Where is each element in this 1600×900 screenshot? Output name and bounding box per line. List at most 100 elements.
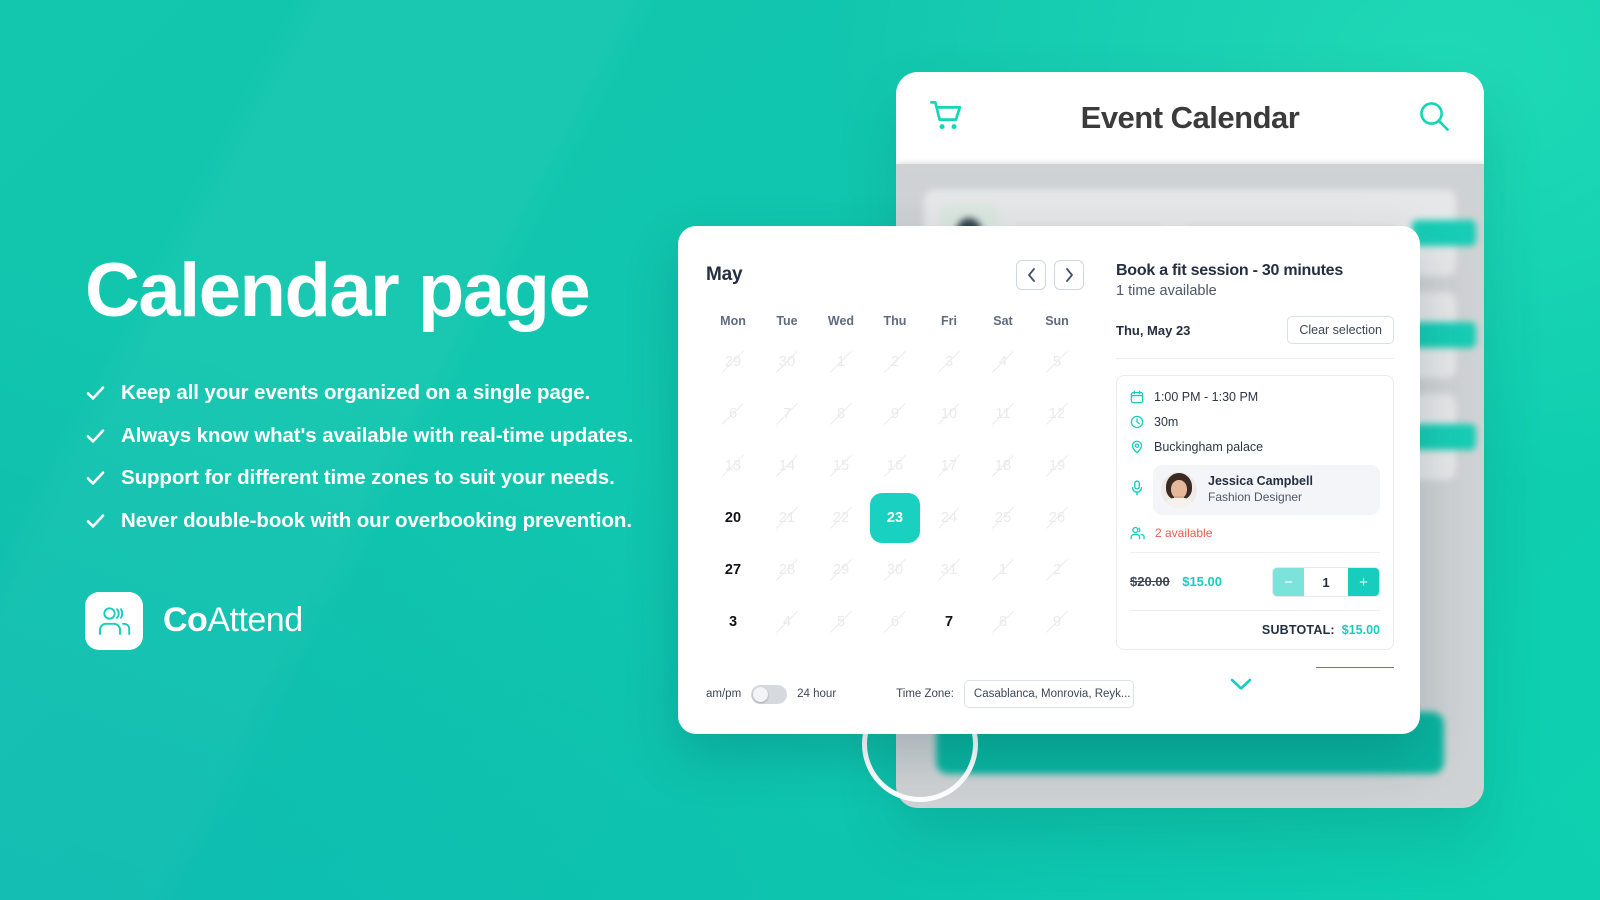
clear-selection-button[interactable]: Clear selection (1287, 316, 1394, 344)
calendar-day-number: 12 (1048, 406, 1066, 422)
calendar-day-20[interactable]: 20 (706, 492, 760, 544)
calendar-nav (1016, 260, 1084, 290)
calendar-day-1: 1 (814, 336, 868, 388)
calendar-day-1: 1 (976, 544, 1030, 596)
booking-title: Book a fit session - 30 minutes (1116, 262, 1343, 279)
feature-bullet: Never double-book with our overbooking p… (85, 508, 725, 534)
24hour-label: 24 hour (797, 688, 837, 700)
calendar-day-25: 25 (976, 492, 1030, 544)
clock-icon (1130, 415, 1144, 429)
subtotal-label: SUBTOTAL: (1261, 623, 1335, 637)
booking-date-row: Thu, May 23 Clear selection (1116, 316, 1394, 359)
calendar-day-number: 28 (778, 562, 796, 578)
feature-bullet-label: Keep all your events organized on a sing… (121, 381, 591, 405)
list-item-action-button (1412, 322, 1476, 348)
calendar-day-number: 23 (886, 510, 904, 526)
calendar-day-22: 22 (814, 492, 868, 544)
calendar-day-number: 1 (836, 354, 846, 370)
calendar-day-11: 11 (976, 388, 1030, 440)
calendar-header: May (706, 260, 1084, 290)
calendar-day-number: 31 (940, 562, 958, 578)
feature-bullet-label: Support for different time zones to suit… (121, 466, 615, 490)
calendar-day-23[interactable]: 23 (868, 492, 922, 544)
slot-duration-row: 30m (1130, 415, 1380, 429)
calendar-day-5: 5 (814, 596, 868, 648)
check-icon (85, 510, 105, 532)
calendar-day-number: 19 (1048, 458, 1066, 474)
calendar-day-number: 14 (778, 458, 796, 474)
feature-bullet-list: Keep all your events organized on a sing… (85, 380, 725, 534)
calendar-day-21: 21 (760, 492, 814, 544)
staff-info: Jessica Campbell Fashion Designer (1208, 474, 1313, 505)
timezone-label: Time Zone: (896, 688, 954, 700)
weekday-label: Thu (883, 314, 907, 328)
calendar-day-number: 30 (886, 562, 904, 578)
calendar-day-6: 6 (868, 596, 922, 648)
calendar-day-number: 11 (995, 406, 1011, 422)
calendar-day-number: 7 (944, 614, 954, 630)
shopping-cart-icon[interactable] (929, 100, 964, 137)
calendar-day-28: 28 (760, 544, 814, 596)
calendar-day-number: 21 (778, 510, 796, 526)
weekday-label: Sat (993, 314, 1013, 328)
feature-bullet: Support for different time zones to suit… (85, 465, 725, 491)
brand-name-light: Attend (207, 601, 303, 640)
calendar-day-3[interactable]: 3 (706, 596, 760, 648)
calendar-day-number: 30 (778, 354, 796, 370)
staff-chip[interactable]: Jessica Campbell Fashion Designer (1153, 465, 1380, 515)
calendar-day-17: 17 (922, 440, 976, 492)
microphone-icon (1130, 479, 1144, 501)
feature-bullet: Keep all your events organized on a sing… (85, 380, 725, 406)
check-icon (85, 467, 105, 489)
calendar-day-number: 5 (1052, 354, 1062, 370)
quantity-decrease-button[interactable]: − (1273, 568, 1304, 596)
quantity-value[interactable]: 1 (1304, 568, 1348, 596)
slot-staff-row: Jessica Campbell Fashion Designer (1130, 465, 1380, 515)
calendar-day-7: 7 (760, 388, 814, 440)
price-group: $20.00 $15.00 (1130, 573, 1222, 591)
people-icon (1130, 526, 1145, 540)
list-item-action-button (1412, 424, 1476, 450)
calendar-day-number: 9 (890, 406, 900, 422)
selected-date-label: Thu, May 23 (1116, 322, 1191, 338)
subtotal-row: SUBTOTAL: $15.00 (1130, 611, 1380, 637)
quantity-increase-button[interactable]: + (1348, 568, 1379, 596)
calendar-day-number: 4 (998, 354, 1008, 370)
calendar-day-27[interactable]: 27 (706, 544, 760, 596)
calendar-day-10: 10 (922, 388, 976, 440)
check-icon (85, 425, 105, 447)
calendar-day-6: 6 (706, 388, 760, 440)
calendar-day-number: 22 (832, 510, 850, 526)
brand-name: CoAttend (163, 601, 303, 640)
slot-price-row: $20.00 $15.00 − 1 + (1130, 553, 1380, 611)
people-icon (85, 591, 143, 650)
feature-bullet-label: Never double-book with our overbooking p… (121, 508, 632, 532)
time-format-toggle[interactable] (751, 684, 788, 704)
booking-pane: Book a fit session - 30 minutes 1 time a… (1108, 226, 1420, 734)
calendar-day-2: 2 (1030, 544, 1084, 596)
calendar-day-31: 31 (922, 544, 976, 596)
calendar-day-number: 2 (1052, 562, 1062, 578)
next-month-button[interactable] (1054, 260, 1084, 290)
prev-month-button[interactable] (1016, 260, 1046, 290)
time-slot-card[interactable]: 1:00 PM - 1:30 PM 30m Buckingham palace … (1116, 375, 1394, 650)
staff-role: Fashion Designer (1208, 490, 1303, 505)
quantity-stepper[interactable]: − 1 + (1272, 567, 1380, 597)
calendar-day-7[interactable]: 7 (922, 596, 976, 648)
calendar-day-8: 8 (814, 388, 868, 440)
calendar-day-number: 2 (890, 354, 900, 370)
calendar-day-9: 9 (1030, 596, 1084, 648)
calendar-month-label: May (706, 264, 743, 285)
calendar-day-29: 29 (706, 336, 760, 388)
calendar-day-9: 9 (868, 388, 922, 440)
price-discounted: $15.00 (1182, 574, 1222, 589)
search-icon[interactable] (1418, 100, 1450, 137)
calendar-day-5: 5 (1030, 336, 1084, 388)
chevron-down-icon[interactable] (1230, 678, 1252, 696)
calendar-day-number: 20 (724, 510, 742, 526)
list-item-action-button (1412, 220, 1476, 246)
calendar-day-number: 15 (832, 458, 850, 474)
calendar-day-number: 8 (998, 614, 1008, 630)
calendar-day-4: 4 (760, 596, 814, 648)
calendar-day-13: 13 (706, 440, 760, 492)
